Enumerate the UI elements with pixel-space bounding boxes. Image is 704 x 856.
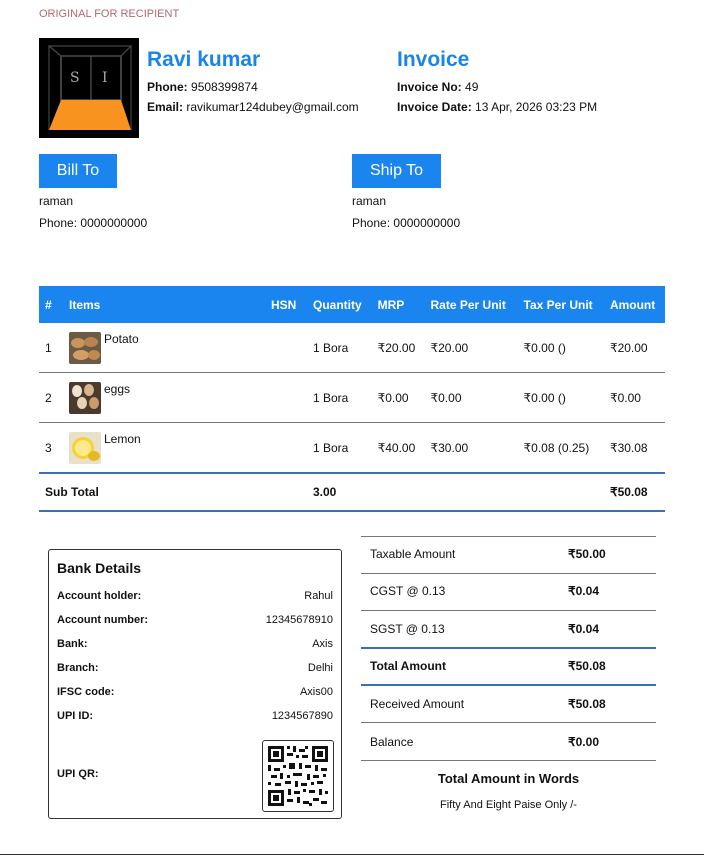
email-label: Email:	[147, 100, 184, 114]
subtotal-qty: 3.00	[307, 473, 372, 512]
col-amount: Amount	[603, 286, 665, 323]
eggs-thumbnail	[69, 381, 101, 414]
bank-row-account-number: Account number: 12345678910	[57, 614, 333, 626]
table-row: 1 Potato 1 Bora ₹20.00 ₹20.00 ₹0.00 () ₹…	[39, 323, 665, 373]
logo-letter-s: S	[70, 70, 80, 86]
col-rate: Rate Per Unit	[424, 286, 518, 323]
amount-in-words-title: Total Amount in Words	[437, 771, 580, 786]
invoice-no-label: Invoice No:	[397, 80, 462, 94]
col-items: Items	[63, 286, 265, 323]
potato-thumbnail	[69, 331, 101, 364]
amount-in-words: Fifty And Eight Paise Only /-	[440, 799, 577, 811]
seller-phone: Phone: 9508399874	[147, 80, 258, 94]
col-hsn: HSN	[265, 286, 307, 323]
invoice-date-value: 13 Apr, 2026 03:23 PM	[475, 100, 598, 114]
upi-qr-code	[262, 740, 334, 812]
table-header-row: # Items HSN Quantity MRP Rate Per Unit T…	[39, 286, 665, 323]
col-mrp: MRP	[371, 286, 425, 323]
summary-divider	[361, 684, 656, 686]
summary-divider	[361, 722, 656, 723]
bank-details-title: Bank Details	[57, 560, 142, 576]
bank-row-ifsc: IFSC code: Axis00	[57, 686, 333, 698]
bank-row-bank: Bank: Axis	[57, 638, 333, 650]
item-name: Lemon	[104, 431, 141, 446]
recipient-label: ORIGINAL FOR RECIPIENT	[39, 8, 180, 20]
logo-letter-i: I	[102, 70, 108, 86]
col-number: #	[39, 286, 63, 323]
ship-to-name: raman	[352, 194, 387, 208]
invoice-number: Invoice No: 49	[397, 80, 478, 94]
col-quantity: Quantity	[307, 286, 372, 323]
summary-divider	[361, 647, 656, 649]
seller-email: Email: ravikumar124dubey@gmail.com	[147, 100, 359, 114]
summary-divider	[361, 760, 656, 761]
phone-label: Phone:	[147, 80, 188, 94]
page-bottom-border	[0, 854, 704, 855]
summary-divider	[361, 536, 656, 537]
phone-value: 9508399874	[191, 80, 258, 94]
items-table: # Items HSN Quantity MRP Rate Per Unit T…	[39, 286, 665, 512]
bill-to-heading: Bill To	[39, 154, 117, 188]
seller-name: Ravi kumar	[147, 48, 261, 71]
subtotal-row: Sub Total 3.00 ₹50.08	[39, 473, 665, 512]
bank-row-account-holder: Account holder: Rahul	[57, 590, 333, 602]
lemon-thumbnail	[69, 431, 101, 464]
invoice-title: Invoice	[397, 48, 470, 71]
ship-to-phone: Phone: 0000000000	[352, 216, 461, 230]
col-tax: Tax Per Unit	[517, 286, 604, 323]
email-value: ravikumar124dubey@gmail.com	[186, 100, 359, 114]
invoice-date: Invoice Date: 13 Apr, 2026 03:23 PM	[397, 100, 597, 114]
bank-row-branch: Branch: Delhi	[57, 662, 333, 674]
bank-details-box: Bank Details Account holder: Rahul Accoun…	[48, 549, 342, 819]
subtotal-label: Sub Total	[39, 473, 307, 512]
bank-row-upi-id: UPI ID: 1234567890	[57, 710, 333, 722]
item-name: eggs	[104, 381, 131, 396]
invoice-date-label: Invoice Date:	[397, 100, 472, 114]
bill-to-phone: Phone: 0000000000	[39, 216, 148, 230]
table-row: 2 eggs 1 Bora ₹0.00 ₹0.00 ₹0.00 () ₹0.00	[39, 372, 665, 423]
summary-divider	[361, 573, 656, 574]
table-row: 3 Lemon 1 Bora ₹40.00 ₹30.00 ₹0.08 (0.25…	[39, 422, 665, 474]
invoice-no-value: 49	[465, 80, 479, 94]
item-name: Potato	[104, 331, 139, 346]
summary-divider	[361, 610, 656, 611]
ship-to-heading: Ship To	[352, 154, 441, 188]
company-logo: S I	[39, 38, 139, 138]
subtotal-amount: ₹50.08	[603, 473, 665, 512]
bill-to-name: raman	[39, 194, 74, 208]
